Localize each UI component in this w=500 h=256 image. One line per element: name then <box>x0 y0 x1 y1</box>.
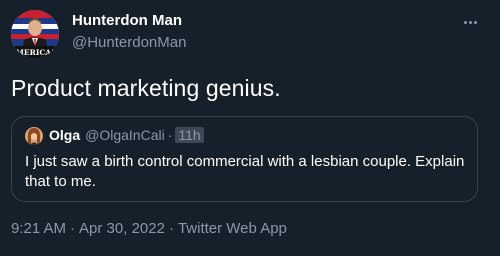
author-handle[interactable]: @HunterdonMan <box>72 34 186 51</box>
meta-separator: · <box>70 220 76 237</box>
quoted-display-name[interactable]: Olga <box>49 127 80 143</box>
quoted-handle[interactable]: @OlgaInCali <box>85 127 165 143</box>
more-options-button[interactable] <box>459 12 481 32</box>
author-display-name[interactable]: Hunterdon Man <box>72 12 182 29</box>
meta-separator: · <box>168 220 174 237</box>
quoted-tweet-card[interactable]: Olga @OlgaInCali · 11h I just saw a birt… <box>11 116 478 202</box>
quoted-separator: · <box>167 127 173 143</box>
tweet-metadata: 9:21 AM · Apr 30, 2022 · Twitter Web App <box>11 220 287 237</box>
more-horizontal-icon <box>463 20 467 24</box>
tweet: MERICA! Hunterdon Man @HunterdonMan Prod… <box>0 0 500 256</box>
quoted-tweet-text: I just saw a birth control commercial wi… <box>25 153 465 190</box>
tweet-time[interactable]: 9:21 AM <box>11 220 66 237</box>
avatar-caption: MERICA! <box>16 48 55 57</box>
quoted-tweet-header: Olga @OlgaInCali · 11h <box>49 127 204 143</box>
tweet-source[interactable]: Twitter Web App <box>178 220 287 237</box>
quoted-avatar-image <box>25 127 43 145</box>
quoted-timestamp[interactable]: 11h <box>175 127 204 143</box>
more-horizontal-icon-dot <box>468 20 472 24</box>
tweet-text: Product marketing genius. <box>11 75 281 101</box>
more-horizontal-icon-dot <box>473 20 477 24</box>
quoted-avatar[interactable] <box>25 127 43 145</box>
avatar[interactable]: MERICA! <box>11 10 59 58</box>
avatar-image: MERICA! <box>11 10 59 58</box>
tweet-date[interactable]: Apr 30, 2022 <box>79 220 165 237</box>
